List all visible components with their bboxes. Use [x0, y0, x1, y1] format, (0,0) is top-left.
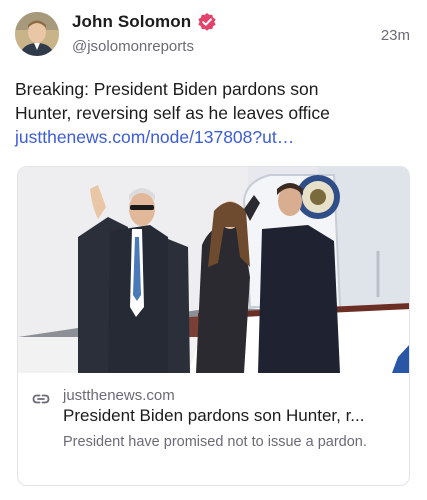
- author-handle[interactable]: @jsolomonreports: [72, 38, 194, 55]
- social-post[interactable]: John Solomon @jsolomonreports 23m Breaki…: [0, 0, 427, 500]
- link-preview-card[interactable]: justthenews.com President Biden pardons …: [17, 166, 410, 486]
- author-name-row: John Solomon: [72, 12, 217, 32]
- author-name[interactable]: John Solomon: [72, 12, 191, 32]
- verified-badge-icon: [198, 13, 216, 31]
- post-body: Breaking: President Biden pardons son Hu…: [15, 77, 410, 149]
- link-preview-meta: justthenews.com President Biden pardons …: [18, 373, 409, 485]
- post-timestamp[interactable]: 23m: [381, 27, 410, 44]
- post-text-line-2: Hunter, reversing self as he leaves offi…: [15, 103, 330, 123]
- avatar-photo: [15, 12, 59, 56]
- card-title[interactable]: President Biden pardons son Hunter, r...: [63, 406, 403, 426]
- news-photo[interactable]: [18, 167, 409, 373]
- post-text-line-1: Breaking: President Biden pardons son: [15, 79, 319, 99]
- author-avatar[interactable]: [15, 12, 59, 56]
- post-link[interactable]: justthenews.com/node/137808?ut…: [15, 125, 410, 149]
- link-icon: [32, 394, 50, 404]
- card-description: President have promised not to issue a p…: [63, 434, 367, 450]
- card-domain: justthenews.com: [63, 387, 175, 404]
